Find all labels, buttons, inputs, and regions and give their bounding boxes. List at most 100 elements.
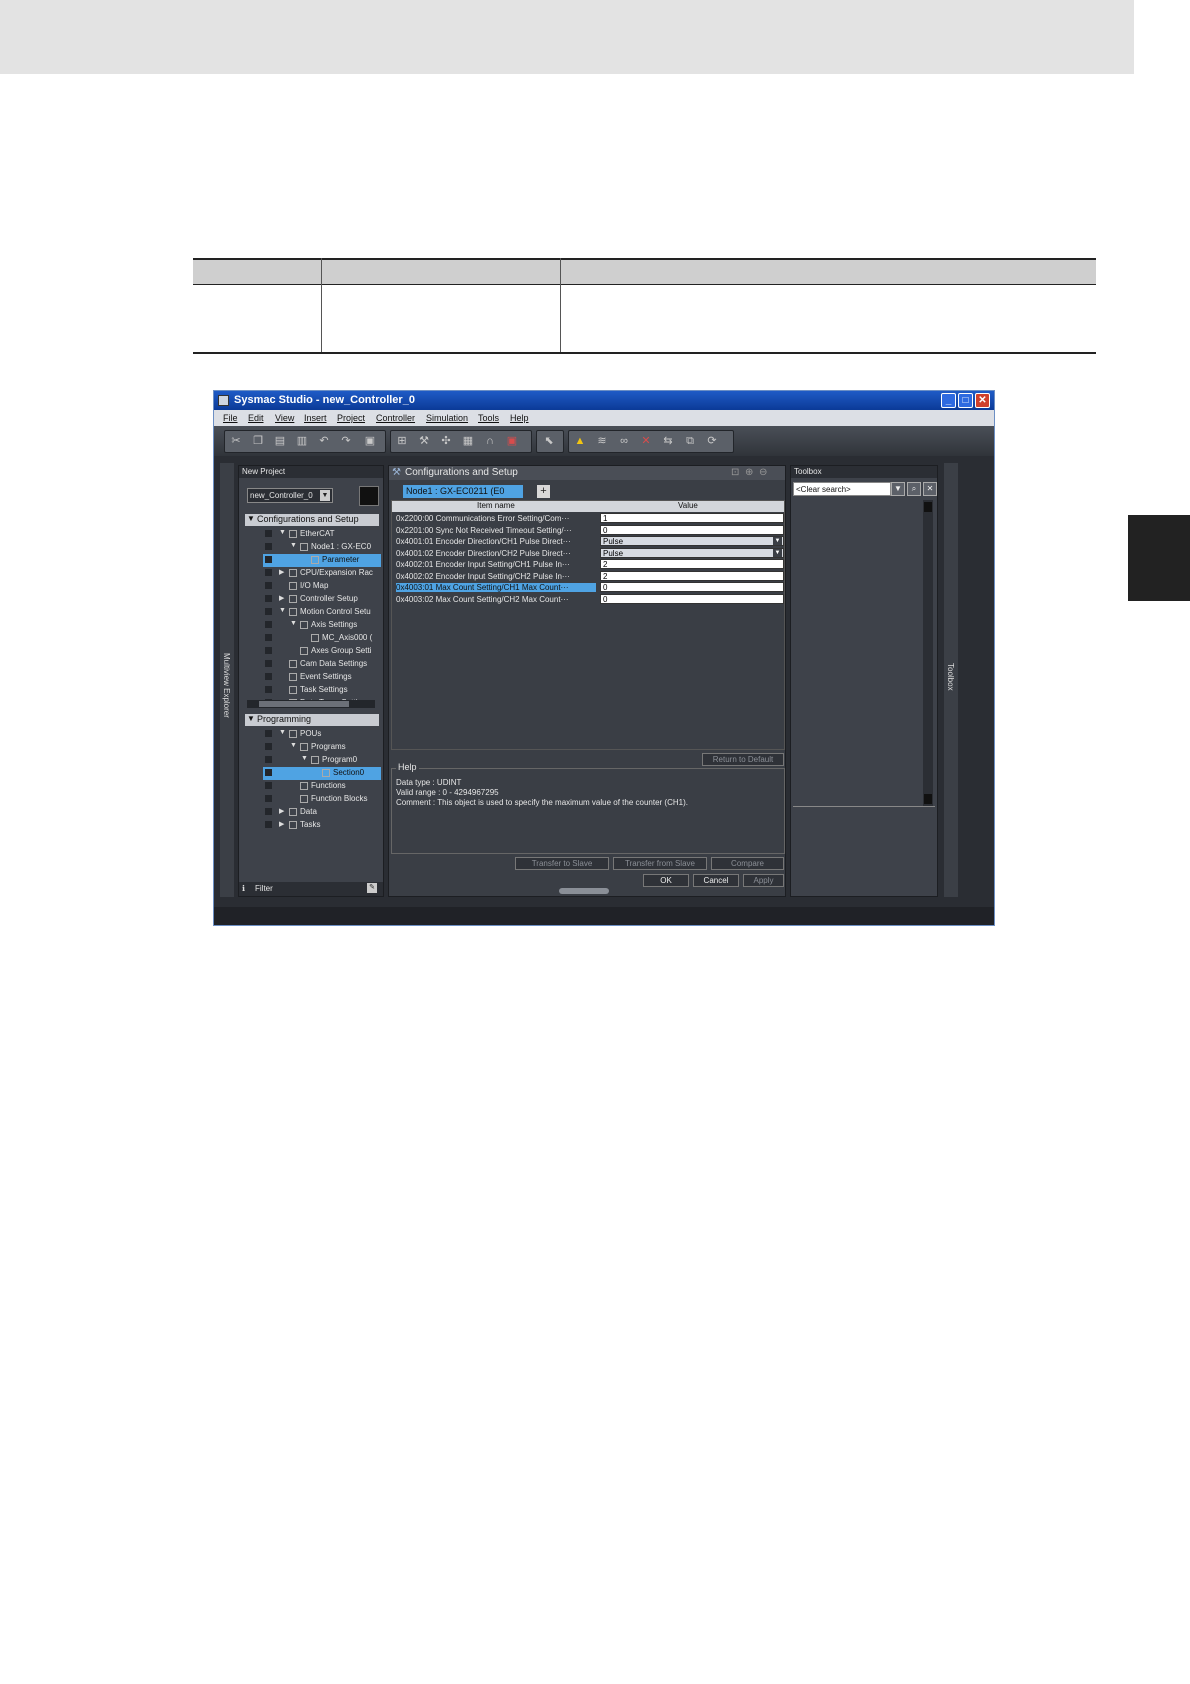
table-row[interactable]: 0x4002:01 Encoder Input Setting/CH1 Puls… — [392, 559, 784, 570]
tree-checkbox[interactable] — [265, 743, 272, 750]
chevron-down-icon[interactable]: ▼ — [773, 537, 782, 545]
tree-checkbox[interactable] — [265, 647, 272, 654]
transfer-from-slave-button[interactable]: Transfer from Slave — [613, 857, 707, 870]
toolbox-scrollbar[interactable] — [923, 500, 933, 806]
compare-button[interactable]: Compare — [711, 857, 784, 870]
tree-checkbox[interactable] — [265, 756, 272, 763]
cancel-button[interactable]: Cancel — [693, 874, 739, 887]
tree-checkbox[interactable] — [265, 595, 272, 602]
table-row[interactable]: 0x2201:00 Sync Not Received Timeout Sett… — [392, 524, 784, 536]
return-to-default-button[interactable]: Return to Default — [702, 753, 784, 766]
tree-checkbox[interactable] — [265, 530, 272, 537]
delete-icon[interactable]: ▥ — [295, 434, 309, 448]
tree-checkbox[interactable] — [265, 782, 272, 789]
tree-item[interactable]: ▼ POUs — [239, 728, 383, 741]
copy-icon[interactable]: ❐ — [251, 434, 265, 448]
menu-tools[interactable]: Tools — [478, 413, 499, 423]
redo-icon[interactable]: ↷ — [339, 434, 353, 448]
minimize-button[interactable]: _ — [941, 393, 956, 408]
table-row[interactable]: 0x4001:02 Encoder Direction/CH2 Pulse Di… — [392, 547, 784, 559]
tree-item[interactable]: Axes Group Setti — [239, 645, 383, 658]
menu-simulation[interactable]: Simulation — [426, 413, 468, 423]
menu-project[interactable]: Project — [337, 413, 365, 423]
table-row[interactable]: 0x4002:02 Encoder Input Setting/CH2 Puls… — [392, 570, 784, 582]
tree-item[interactable]: Functions — [239, 780, 383, 793]
menu-edit[interactable]: Edit — [248, 413, 264, 423]
maximize-button[interactable]: □ — [958, 393, 973, 408]
scroll-up[interactable] — [924, 502, 932, 512]
tree-checkbox[interactable] — [265, 808, 272, 815]
tree-checkbox[interactable] — [265, 621, 272, 628]
clear-icon[interactable]: ✕ — [923, 482, 937, 496]
tree-item[interactable]: ▶ Data — [239, 806, 383, 819]
parameter-value-select[interactable]: Pulse ▼ — [600, 547, 784, 558]
add-tab-button[interactable]: + — [537, 485, 550, 498]
toolbox-strip[interactable]: Toolbox — [944, 463, 958, 897]
toolbox-search-input[interactable]: <Clear search> — [793, 482, 891, 496]
parameter-value-input[interactable]: 2 — [600, 559, 784, 569]
tree-checkbox[interactable] — [265, 569, 272, 576]
synchronize-icon[interactable]: ⧉ — [683, 434, 697, 448]
parameter-value-input[interactable]: 2 — [600, 570, 784, 581]
tree-item[interactable]: ▼ EtherCAT — [239, 528, 383, 541]
tree-checkbox[interactable] — [265, 821, 272, 828]
tree-item[interactable]: Section0 — [239, 767, 383, 780]
tree-checkbox[interactable] — [265, 608, 272, 615]
paste-icon[interactable]: ▤ — [273, 434, 287, 448]
expanded-icon[interactable]: ▼ — [301, 755, 308, 762]
undo-icon[interactable]: ↶ — [317, 434, 331, 448]
offline-icon[interactable]: ∞ — [617, 434, 631, 448]
section-configurations[interactable]: ▼ Configurations and Setup — [245, 514, 379, 526]
menu-controller[interactable]: Controller — [376, 413, 415, 423]
expanded-icon[interactable]: ▼ — [290, 542, 297, 549]
tree-checkbox[interactable] — [265, 795, 272, 802]
expanded-icon[interactable]: ▼ — [290, 742, 297, 749]
online-icon[interactable]: ≋ — [595, 434, 609, 448]
tree-item[interactable]: ▶ CPU/Expansion Rac — [239, 567, 383, 580]
monitor-icon[interactable]: ▦ — [461, 434, 475, 448]
tree-item[interactable]: Task Settings — [239, 684, 383, 697]
tree-item[interactable]: Cam Data Settings — [239, 658, 383, 671]
parameter-value-input[interactable]: 1 — [600, 513, 784, 523]
section-programming[interactable]: ▼ Programming — [245, 714, 379, 726]
warning-icon[interactable]: ▲ — [573, 434, 587, 448]
expanded-icon[interactable]: ▼ — [290, 620, 297, 627]
tree-checkbox[interactable] — [265, 686, 272, 693]
document-icon[interactable]: ▣ — [363, 434, 377, 448]
tree-checkbox[interactable] — [265, 634, 272, 641]
pointer-icon[interactable]: ⬉ — [542, 434, 556, 448]
wrench-icon[interactable]: ⚒ — [417, 434, 431, 448]
multiview-explorer-strip[interactable]: Multiview Explorer — [220, 463, 234, 897]
chevron-down-icon[interactable]: ▼ — [773, 548, 782, 557]
tree-item[interactable]: Event Settings — [239, 671, 383, 684]
table-row[interactable]: 0x4003:01 Max Count Setting/CH1 Max Coun… — [392, 582, 784, 593]
tree-item[interactable]: ▶ Tasks — [239, 819, 383, 832]
apply-button[interactable]: Apply — [743, 874, 784, 887]
tree-checkbox[interactable] — [265, 556, 272, 563]
cross-reference-icon[interactable]: ✣ — [439, 434, 453, 448]
explorer-horizontal-scrollbar[interactable] — [247, 700, 375, 708]
tree-checkbox[interactable] — [265, 769, 272, 776]
transfer-to-slave-button[interactable]: Transfer to Slave — [515, 857, 609, 870]
disconnect-icon[interactable]: ✕ — [639, 434, 653, 448]
table-row[interactable]: 0x4003:02 Max Count Setting/CH2 Max Coun… — [392, 593, 784, 605]
transfer-icon[interactable]: ⇆ — [661, 434, 675, 448]
tree-item[interactable]: I/O Map — [239, 580, 383, 593]
network-icon[interactable]: ⊞ — [395, 434, 409, 448]
tree-checkbox[interactable] — [265, 730, 272, 737]
tree-item[interactable]: ▼ Node1 : GX-EC0 — [239, 541, 383, 554]
filter-bar[interactable]: ℹ Filter ✎ — [239, 882, 383, 896]
tree-item[interactable]: ▶ Controller Setup — [239, 593, 383, 606]
menu-insert[interactable]: Insert — [304, 413, 327, 423]
tree-checkbox[interactable] — [265, 673, 272, 680]
tree-item[interactable]: Parameter — [239, 554, 383, 567]
collapsed-icon[interactable]: ▶ — [279, 568, 284, 576]
tree-item[interactable]: Function Blocks — [239, 793, 383, 806]
parameter-value-select[interactable]: Pulse ▼ — [600, 536, 784, 546]
tree-checkbox[interactable] — [265, 582, 272, 589]
menu-help[interactable]: Help — [510, 413, 529, 423]
collapsed-icon[interactable]: ▶ — [279, 820, 284, 828]
tree-checkbox[interactable] — [265, 543, 272, 550]
parameter-value-input[interactable]: 0 — [600, 582, 784, 592]
tab-node1[interactable]: Node1 : GX-EC0211 (E0 — [403, 485, 523, 498]
